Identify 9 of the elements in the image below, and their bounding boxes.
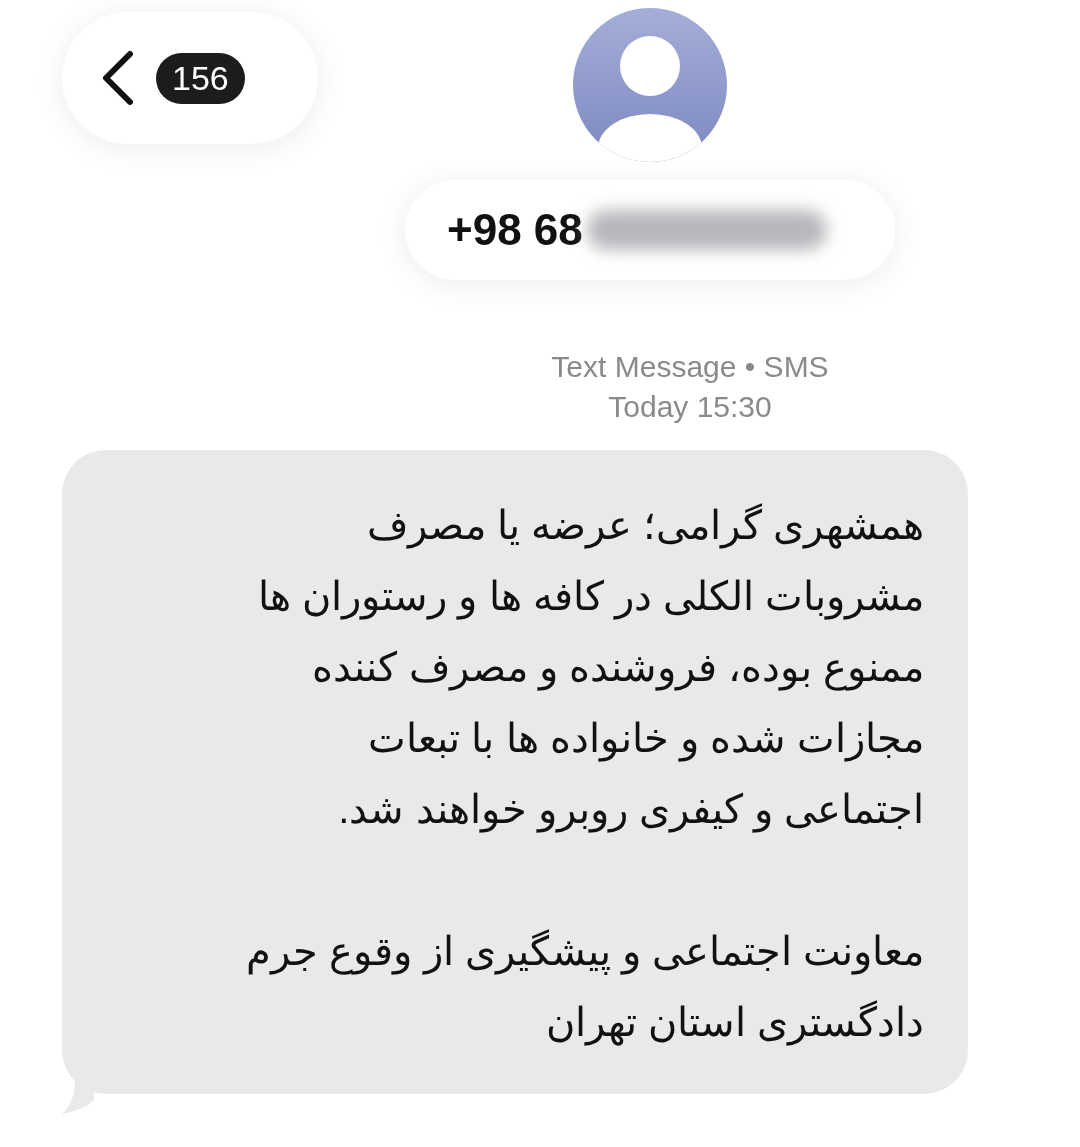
sender-number: +98 68 — [447, 205, 583, 255]
unread-badge: 156 — [156, 52, 245, 104]
contact-pill[interactable]: +98 68 — [405, 180, 895, 280]
back-button[interactable]: 156 — [62, 12, 318, 144]
message-text: همشهری گرامی؛ عرضه یا مصرف مشروبات الکلی در کافه ها و رستوران ها ممنوع بوده، فروشنده و مصرف کننده مجازات شده و خانواده ها با تبعات اجتماعی و کیفری روبرو خواهند شد. — [257, 502, 924, 835]
message-time: Today 15:30 — [608, 390, 772, 424]
service-label: Text Message • SMS — [551, 350, 829, 384]
message-text: معاونت اجتماعی و پیشگیری از وقوع جرم دادگستری استان تهران — [245, 928, 924, 1048]
back-icon — [100, 50, 134, 106]
